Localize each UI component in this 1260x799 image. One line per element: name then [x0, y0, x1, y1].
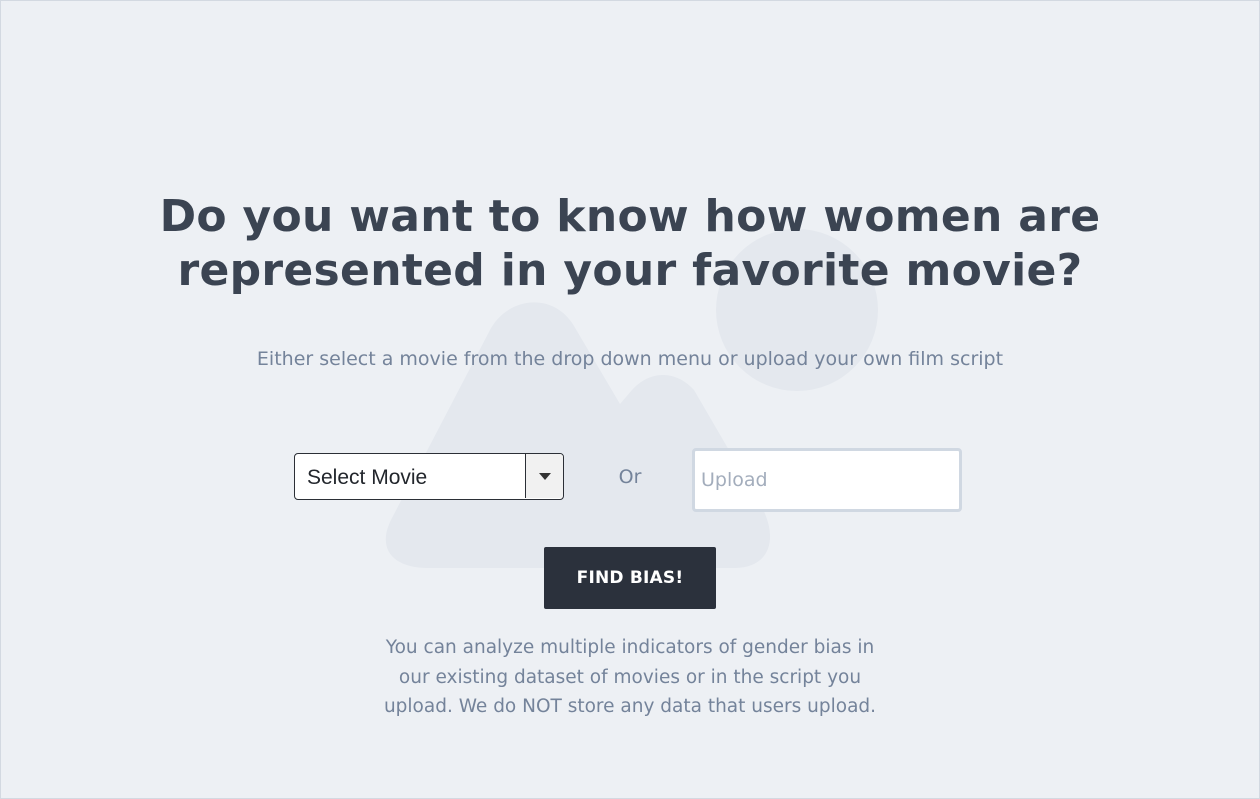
movie-select[interactable]: Select Movie [294, 453, 564, 500]
info-note-line1: You can analyze multiple indicators of g… [385, 637, 875, 658]
info-note-line2: our existing dataset of movies or in the… [398, 666, 862, 688]
movie-select-value: Select Movie [307, 466, 428, 489]
page-title-line1: Do you want to know how women are [159, 191, 1101, 242]
info-note: You can analyze multiple indicators of g… [380, 633, 880, 722]
movie-select-toggle[interactable] [525, 454, 563, 498]
find-bias-button[interactable]: FIND BIAS! [544, 547, 716, 609]
page-title-line2: represented in your favorite movie? [177, 245, 1083, 296]
page-title: Do you want to know how women are repres… [0, 190, 1260, 298]
or-separator-label: Or [618, 466, 642, 488]
upload-input[interactable] [692, 448, 962, 512]
info-note-line3: upload. We do NOT store any data that us… [383, 696, 877, 717]
caret-down-icon [539, 473, 551, 480]
page-subtitle: Either select a movie from the drop down… [256, 348, 1004, 370]
